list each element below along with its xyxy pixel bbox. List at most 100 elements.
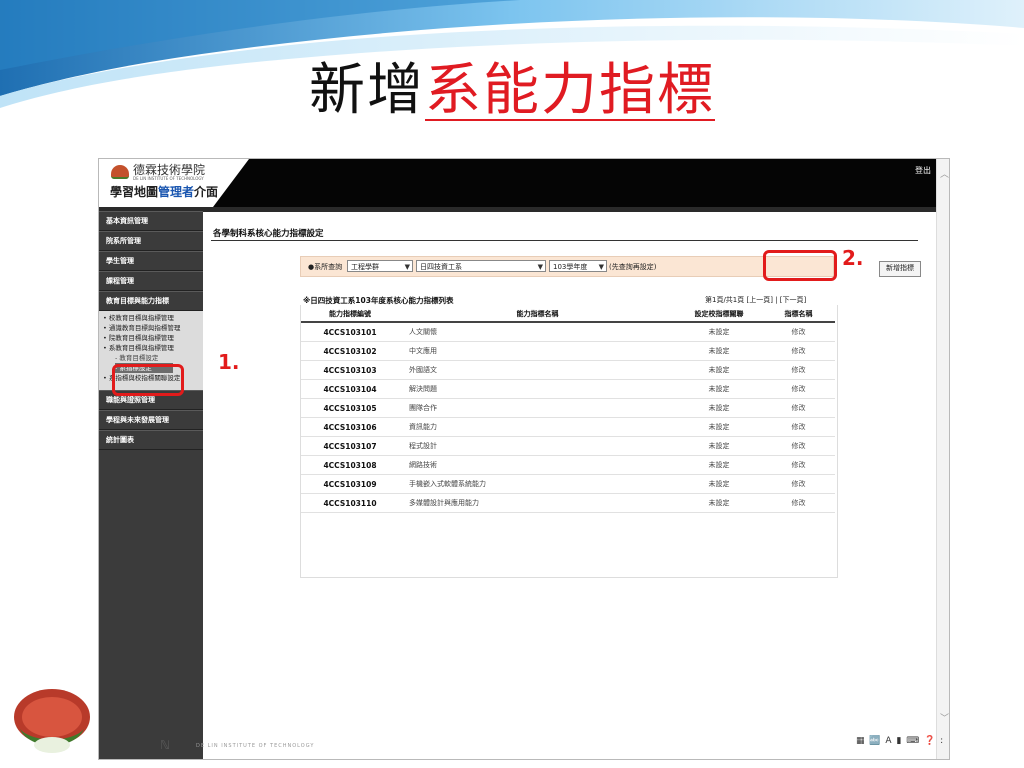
main-content: 各學制科系核心能力指標設定 ●系所查詢 工程學群 ▼ 日四技資工系 ▼ 103學年度…	[205, 215, 936, 759]
cell-name: 手機嵌入式軟體系統能力	[399, 474, 676, 494]
cell-link[interactable]: 未設定	[676, 398, 762, 418]
system-name: 學習地圖管理者介面	[110, 185, 219, 199]
scroll-down-icon[interactable]: ﹀	[940, 711, 949, 724]
cell-name: 資訊能力	[399, 417, 676, 437]
chevron-down-icon: ▼	[537, 263, 543, 271]
school-logo-icon	[111, 165, 129, 179]
edit-link[interactable]: 修改	[762, 322, 835, 342]
pager: 第1頁/共1頁 [上一頁] | [下一頁]	[705, 295, 806, 305]
logout-link[interactable]: 登出	[915, 165, 931, 176]
cell-code: 4CCS103101	[301, 322, 399, 342]
sidebar-item-courses[interactable]: 課程管理	[99, 271, 203, 291]
highlight-box-2	[763, 250, 837, 281]
pager-info: 第1頁/共1頁	[705, 296, 745, 304]
header-divider	[99, 207, 936, 212]
table-row: 4CCS103109 手機嵌入式軟體系統能力 未設定 修改	[301, 474, 835, 494]
cell-link[interactable]: 未設定	[676, 322, 762, 342]
sidebar-item-departments[interactable]: 院系所管理	[99, 231, 203, 251]
col-header-name: 能力指標名稱	[399, 306, 676, 323]
edit-link[interactable]: 修改	[762, 341, 835, 361]
cell-link[interactable]: 未設定	[676, 379, 762, 399]
slide-title-highlight: 系能力指標	[425, 58, 715, 123]
callout-2-label: 2.	[842, 246, 864, 270]
chevron-down-icon: ▼	[404, 263, 410, 271]
cell-link[interactable]: 未設定	[676, 436, 762, 456]
cell-link[interactable]: 未設定	[676, 493, 762, 513]
edit-link[interactable]: 修改	[762, 455, 835, 475]
submenu-dept-goals[interactable]: • 系教育目標與指標管理	[99, 343, 203, 353]
cell-name: 中文應用	[399, 341, 676, 361]
prev-page-link[interactable]: [上一頁]	[747, 296, 773, 304]
cell-name: 人文關懷	[399, 322, 676, 342]
sidebar-item-programs[interactable]: 學程與未來發展管理	[99, 410, 203, 430]
cell-name: 外國語文	[399, 360, 676, 380]
cell-name: 團隊合作	[399, 398, 676, 418]
edit-link[interactable]: 修改	[762, 417, 835, 437]
submenu-college-goals[interactable]: • 院教育目標與指標管理	[99, 333, 203, 343]
cell-code: 4CCS103102	[301, 341, 399, 361]
sidebar-item-statistics[interactable]: 統計圖表	[99, 430, 203, 450]
filter-bar: ●系所查詢 工程學群 ▼ 日四技資工系 ▼ 103學年度 ▼ (先查詢再設定)	[300, 256, 834, 277]
edit-link[interactable]: 修改	[762, 493, 835, 513]
edit-link[interactable]: 修改	[762, 436, 835, 456]
edit-link[interactable]: 修改	[762, 398, 835, 418]
college-select[interactable]: 工程學群 ▼	[347, 260, 413, 272]
col-header-link: 設定校指標關聯	[676, 306, 762, 323]
school-seal-logo	[14, 689, 90, 753]
cell-link[interactable]: 未設定	[676, 360, 762, 380]
cell-name: 多媒體設計與應用能力	[399, 493, 676, 513]
table-row: 4CCS103105 團隊合作 未設定 修改	[301, 398, 835, 418]
table-row: 4CCS103101 人文關懷 未設定 修改	[301, 322, 835, 342]
table-row: 4CCS103103 外國語文 未設定 修改	[301, 360, 835, 380]
school-name-en: DE LIN INSTITUTE OF TECHNOLOGY	[133, 176, 204, 181]
submenu-school-goals[interactable]: • 校教育目標與指標管理	[99, 313, 203, 323]
table-row: 4CCS103110 多媒體設計與應用能力 未設定 修改	[301, 493, 835, 513]
filter-label: ●系所查詢	[308, 263, 343, 271]
cell-link[interactable]: 未設定	[676, 455, 762, 475]
filter-note: (先查詢再設定)	[609, 263, 657, 271]
col-header-code: 能力指標編號	[301, 306, 399, 323]
cell-code: 4CCS103109	[301, 474, 399, 494]
pager-separator: |	[775, 296, 778, 304]
next-page-link[interactable]: [下一頁]	[780, 296, 806, 304]
table-header-row: 能力指標編號 能力指標名稱 設定校指標關聯 指標名稱	[301, 306, 835, 323]
table-row: 4CCS103108 網路技術 未設定 修改	[301, 455, 835, 475]
slide-title: 新增系能力指標	[309, 58, 715, 123]
footer-institute: DE LIN INSTITUTE OF TECHNOLOGY	[196, 743, 315, 749]
cell-name: 網路技術	[399, 455, 676, 475]
add-indicator-button[interactable]: 新增指標	[879, 261, 921, 277]
table-row: 4CCS103107 程式設計 未設定 修改	[301, 436, 835, 456]
edit-link[interactable]: 修改	[762, 360, 835, 380]
table-row: 4CCS103104 解決問題 未設定 修改	[301, 379, 835, 399]
cell-link[interactable]: 未設定	[676, 417, 762, 437]
cell-code: 4CCS103107	[301, 436, 399, 456]
cell-code: 4CCS103108	[301, 455, 399, 475]
sidebar-item-basic-info[interactable]: 基本資訊管理	[99, 211, 203, 231]
scroll-up-icon[interactable]: ︿	[940, 167, 949, 180]
table-row: 4CCS103106 資訊能力 未設定 修改	[301, 417, 835, 437]
cell-code: 4CCS103110	[301, 493, 399, 513]
cell-code: 4CCS103104	[301, 379, 399, 399]
cell-code: 4CCS103106	[301, 417, 399, 437]
callout-1-label: 1.	[218, 350, 240, 374]
sidebar-item-students[interactable]: 學生管理	[99, 251, 203, 271]
admin-screenshot: 德霖技術學院 DE LIN INSTITUTE OF TECHNOLOGY 學習…	[98, 158, 950, 760]
cell-link[interactable]: 未設定	[676, 474, 762, 494]
highlight-box-1	[112, 364, 184, 396]
vertical-scrollbar[interactable]: ︿ ﹀	[936, 159, 949, 759]
sidebar-item-goals-indicators[interactable]: 教育目標與能力指標	[99, 291, 203, 311]
footer-logo-icon: ℕ	[160, 738, 171, 752]
cell-link[interactable]: 未設定	[676, 341, 762, 361]
edit-link[interactable]: 修改	[762, 474, 835, 494]
title-divider	[211, 240, 918, 241]
cell-name: 程式設計	[399, 436, 676, 456]
department-select[interactable]: 日四技資工系 ▼	[416, 260, 546, 272]
sidebar: 基本資訊管理 院系所管理 學生管理 課程管理 教育目標與能力指標 • 校教育目標…	[99, 211, 203, 759]
cell-code: 4CCS103105	[301, 398, 399, 418]
ime-toolbar[interactable]: ▦ 🔤 A ▮ ⌨ ❓ :	[856, 736, 946, 749]
indicator-table: 能力指標編號 能力指標名稱 設定校指標關聯 指標名稱 4CCS103101 人文關…	[301, 306, 835, 513]
submenu-general-goals[interactable]: • 通識教育目標與指標管理	[99, 323, 203, 333]
year-select[interactable]: 103學年度 ▼	[549, 260, 607, 272]
edit-link[interactable]: 修改	[762, 379, 835, 399]
submenu-edu-goal-setting[interactable]: - 教育目標設定	[115, 353, 203, 363]
